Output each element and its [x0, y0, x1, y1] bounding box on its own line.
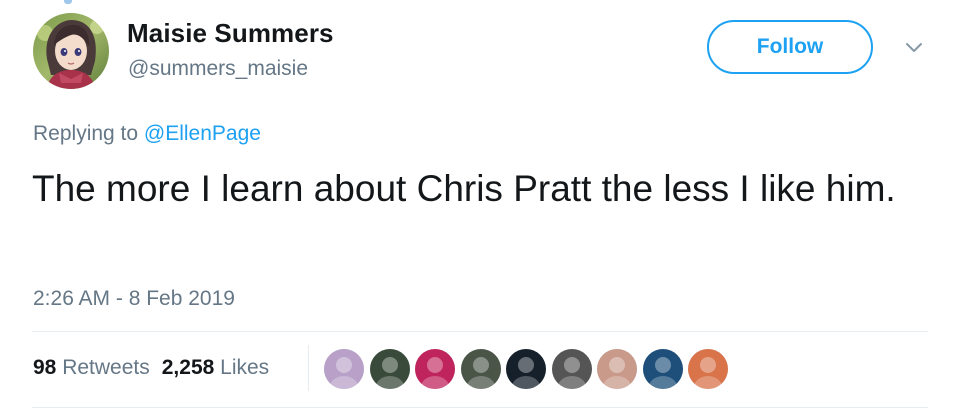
likes-count: 2,258	[161, 356, 215, 379]
tweet-text: The more I learn about Chris Pratt the l…	[32, 168, 896, 209]
chevron-down-icon[interactable]	[902, 38, 926, 58]
liker-avatar-5[interactable]	[506, 349, 546, 389]
liker-avatar-1[interactable]	[324, 349, 364, 389]
tweet-timestamp[interactable]: 2:26 AM - 8 Feb 2019	[33, 287, 235, 311]
reply-mention-link[interactable]: @EllenPage	[144, 122, 261, 145]
liker-avatar-2[interactable]	[369, 349, 410, 389]
avatar-illustration-icon	[33, 13, 109, 89]
reply-prefix: Replying to	[33, 122, 139, 145]
stats-separator	[308, 345, 309, 391]
retweets-label: Retweets	[62, 356, 150, 379]
follow-button[interactable]: Follow	[707, 20, 873, 74]
liker-avatar-9[interactable]	[688, 349, 728, 389]
tweet-card: Maisie Summers @summers_maisie Follow Re…	[0, 0, 972, 410]
display-name[interactable]: Maisie Summers	[127, 18, 334, 49]
liker-avatar-7[interactable]	[597, 349, 637, 389]
engagement-stats: 98 Retweets 2,258 Likes	[33, 356, 269, 380]
liker-avatar-4[interactable]	[460, 349, 501, 389]
thread-connector	[64, 0, 72, 4]
reply-context: Replying to @EllenPage	[33, 122, 261, 146]
liker-avatar-6[interactable]	[551, 349, 592, 389]
likes-label: Likes	[220, 356, 270, 379]
user-handle[interactable]: @summers_maisie	[128, 57, 308, 81]
retweets-count: 98	[33, 356, 57, 379]
liker-avatar-3[interactable]	[415, 349, 455, 389]
user-avatar[interactable]	[33, 13, 109, 89]
likes-stat[interactable]: 2,258 Likes	[162, 356, 269, 379]
retweets-stat[interactable]: 98 Retweets	[33, 356, 150, 379]
divider	[32, 407, 928, 408]
liker-avatar-8[interactable]	[642, 349, 683, 389]
divider	[32, 331, 928, 332]
